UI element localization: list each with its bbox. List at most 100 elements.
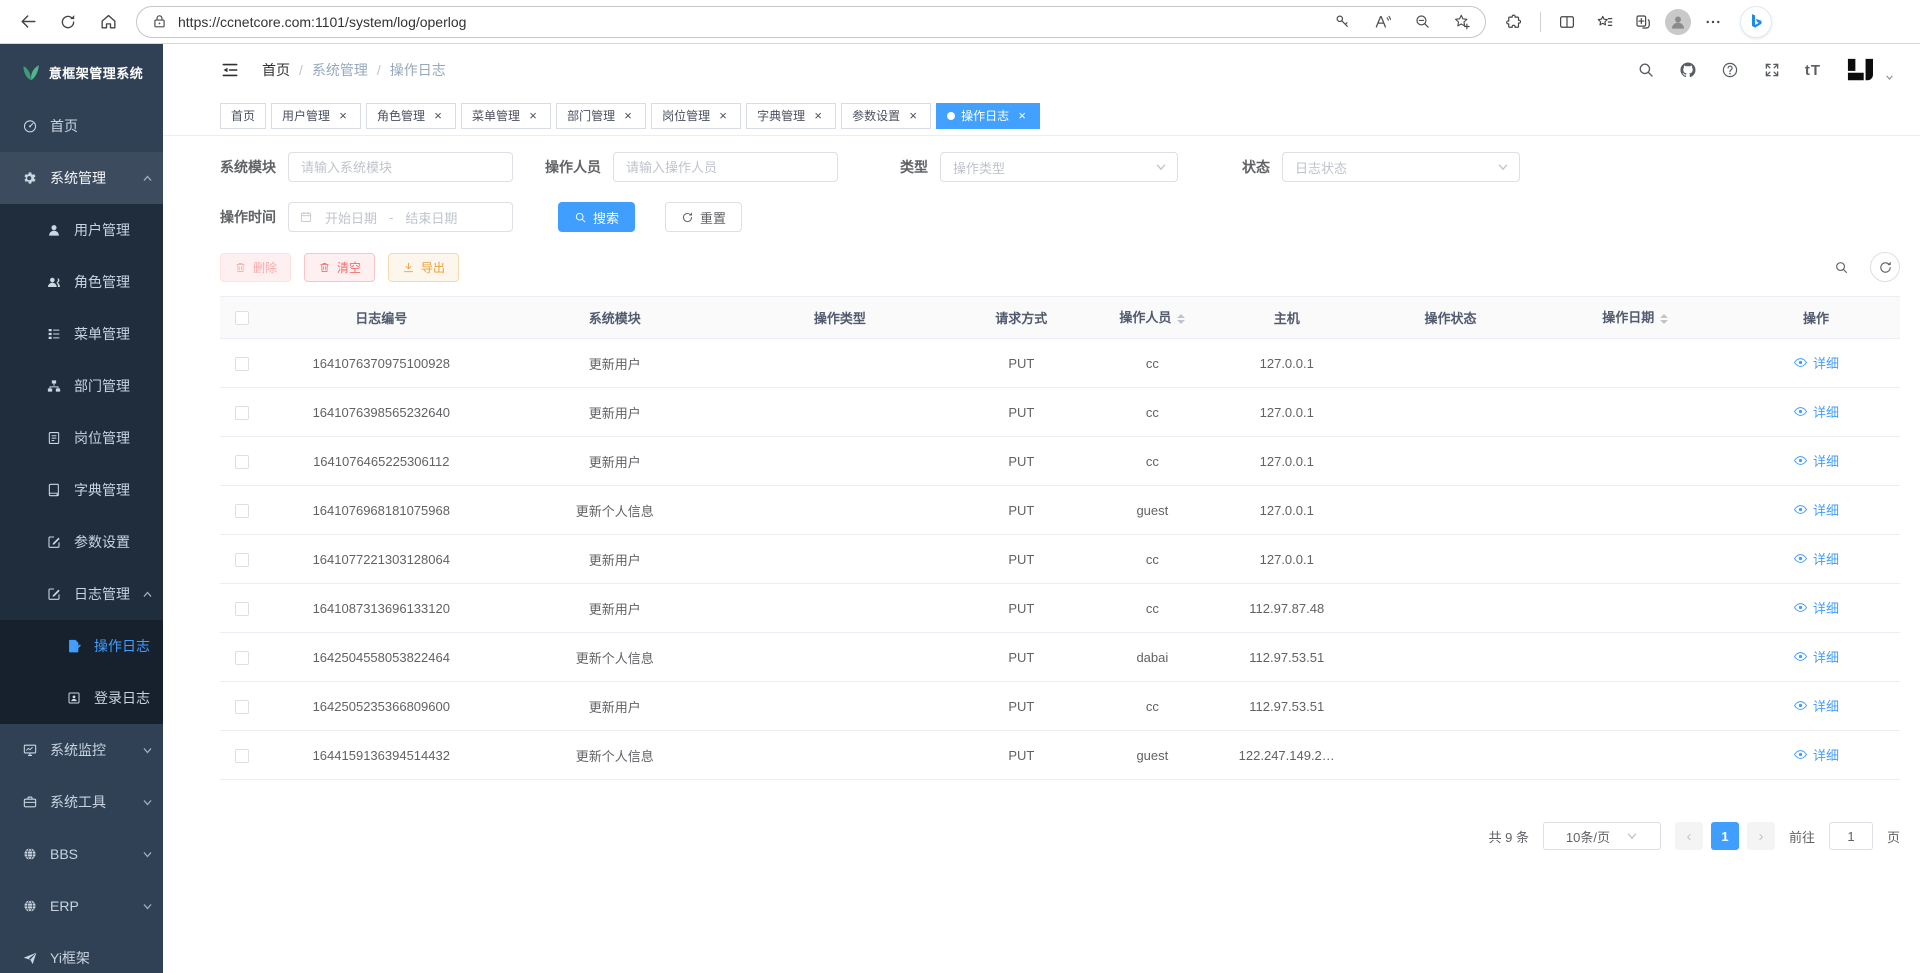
sort-caret-icon[interactable] [1177, 310, 1185, 328]
tab-dept-mgmt[interactable]: 部门管理× [556, 103, 646, 129]
date-range-picker[interactable]: 开始日期 - 结束日期 [288, 202, 513, 232]
sidebar-fold-icon[interactable] [220, 60, 240, 80]
col-operator-sortable[interactable]: 操作人员 [1094, 297, 1212, 339]
font-size-icon[interactable]: tT [1805, 62, 1821, 79]
row-checkbox[interactable] [235, 504, 249, 518]
tab-operlog-active[interactable]: 操作日志× [936, 103, 1040, 129]
read-aloud-icon[interactable] [1367, 8, 1397, 36]
sort-caret-icon[interactable] [1660, 310, 1668, 328]
select-all-checkbox[interactable] [235, 311, 249, 325]
detail-link[interactable]: 详细 [1793, 402, 1839, 421]
sidebar-item-post-mgmt[interactable]: 岗位管理 [0, 412, 163, 464]
detail-link[interactable]: 详细 [1793, 353, 1839, 372]
module-input[interactable] [288, 152, 513, 182]
search-button[interactable]: 搜索 [558, 202, 635, 232]
status-select[interactable]: 日志状态 [1282, 152, 1520, 182]
clear-button[interactable]: 清空 [304, 253, 375, 282]
toggle-search-button[interactable] [1826, 252, 1856, 282]
sidebar-group-erp[interactable]: ERP [0, 880, 163, 932]
reset-button[interactable]: 重置 [665, 202, 742, 232]
type-select[interactable]: 操作类型 [940, 152, 1178, 182]
user-logo-avatar[interactable] [1845, 57, 1875, 83]
page-size-select[interactable]: 10条/页 [1543, 822, 1661, 850]
tab-close-icon[interactable]: × [431, 109, 445, 123]
tab-user-mgmt[interactable]: 用户管理× [271, 103, 361, 129]
sidebar-group-bbs[interactable]: BBS [0, 828, 163, 880]
tab-close-icon[interactable]: × [336, 109, 350, 123]
sidebar-group-system[interactable]: 系统管理 [0, 152, 163, 204]
tab-close-icon[interactable]: × [1015, 109, 1029, 123]
favorite-star-icon[interactable] [1447, 8, 1477, 36]
tab-close-icon[interactable]: × [906, 109, 920, 123]
tab-param-settings[interactable]: 参数设置× [841, 103, 931, 129]
avatar-icon [1668, 12, 1688, 32]
sidebar-item-user-mgmt[interactable]: 用户管理 [0, 204, 163, 256]
detail-link[interactable]: 详细 [1793, 745, 1839, 764]
tab-menu-mgmt[interactable]: 菜单管理× [461, 103, 551, 129]
sidebar-group-tools[interactable]: 系统工具 [0, 776, 163, 828]
tab-close-icon[interactable]: × [716, 109, 730, 123]
eye-icon [1793, 600, 1808, 615]
password-key-icon[interactable] [1327, 8, 1357, 36]
row-checkbox[interactable] [235, 455, 249, 469]
address-bar[interactable] [136, 6, 1486, 38]
sidebar-item-operlog[interactable]: 操作日志 [0, 620, 163, 672]
current-page-button[interactable]: 1 [1711, 822, 1739, 850]
sidebar-item-home[interactable]: 首页 [0, 100, 163, 152]
goto-page-input[interactable] [1829, 822, 1873, 850]
header-search-icon[interactable] [1637, 61, 1655, 79]
sidebar-item-role-mgmt[interactable]: 角色管理 [0, 256, 163, 308]
help-icon[interactable] [1721, 61, 1739, 79]
browser-menu-button[interactable] [1695, 5, 1731, 39]
detail-link[interactable]: 详细 [1793, 549, 1839, 568]
row-checkbox[interactable] [235, 651, 249, 665]
tab-dict-mgmt[interactable]: 字典管理× [746, 103, 836, 129]
browser-refresh-button[interactable] [50, 5, 86, 39]
row-checkbox[interactable] [235, 749, 249, 763]
browser-back-button[interactable] [10, 5, 46, 39]
tab-close-icon[interactable]: × [621, 109, 635, 123]
row-checkbox[interactable] [235, 406, 249, 420]
row-checkbox[interactable] [235, 357, 249, 371]
detail-link[interactable]: 详细 [1793, 451, 1839, 470]
sidebar-item-param-settings[interactable]: 参数设置 [0, 516, 163, 568]
collections-icon[interactable] [1625, 5, 1661, 39]
url-input[interactable] [178, 14, 1317, 30]
zoom-out-icon[interactable] [1407, 8, 1437, 36]
browser-home-button[interactable] [90, 5, 126, 39]
sidebar-item-dept-mgmt[interactable]: 部门管理 [0, 360, 163, 412]
sidebar-item-yi-framework[interactable]: Yi框架 [0, 932, 163, 973]
tab-close-icon[interactable]: × [526, 109, 540, 123]
github-icon[interactable] [1679, 61, 1697, 79]
detail-link[interactable]: 详细 [1793, 647, 1839, 666]
browser-profile-button[interactable] [1663, 7, 1693, 37]
col-op-date-sortable[interactable]: 操作日期 [1539, 297, 1732, 339]
next-page-button[interactable]: › [1747, 822, 1775, 850]
sidebar-item-dict-mgmt[interactable]: 字典管理 [0, 464, 163, 516]
tab-home[interactable]: 首页 [220, 103, 266, 129]
tab-post-mgmt[interactable]: 岗位管理× [651, 103, 741, 129]
row-checkbox[interactable] [235, 602, 249, 616]
breadcrumb-home[interactable]: 首页 [262, 60, 290, 80]
tab-close-icon[interactable]: × [811, 109, 825, 123]
sidebar-item-menu-mgmt[interactable]: 菜单管理 [0, 308, 163, 360]
favorites-bar-icon[interactable] [1587, 5, 1623, 39]
sidebar-group-log-mgmt[interactable]: 日志管理 [0, 568, 163, 620]
row-checkbox[interactable] [235, 700, 249, 714]
sidebar-item-loginlog[interactable]: 登录日志 [0, 672, 163, 724]
extensions-icon[interactable] [1496, 5, 1532, 39]
refresh-table-button[interactable] [1870, 252, 1900, 282]
tab-role-mgmt[interactable]: 角色管理× [366, 103, 456, 129]
export-button[interactable]: 导出 [388, 253, 459, 282]
breadcrumb-system[interactable]: 系统管理 [312, 60, 368, 80]
split-screen-icon[interactable] [1549, 5, 1585, 39]
operator-input[interactable] [613, 152, 838, 182]
bing-chat-icon[interactable] [1741, 7, 1771, 37]
sidebar-group-monitor[interactable]: 系统监控 [0, 724, 163, 776]
detail-link[interactable]: 详细 [1793, 696, 1839, 715]
detail-link[interactable]: 详细 [1793, 598, 1839, 617]
detail-link[interactable]: 详细 [1793, 500, 1839, 519]
row-checkbox[interactable] [235, 553, 249, 567]
fullscreen-icon[interactable] [1763, 61, 1781, 79]
prev-page-button[interactable]: ‹ [1675, 822, 1703, 850]
